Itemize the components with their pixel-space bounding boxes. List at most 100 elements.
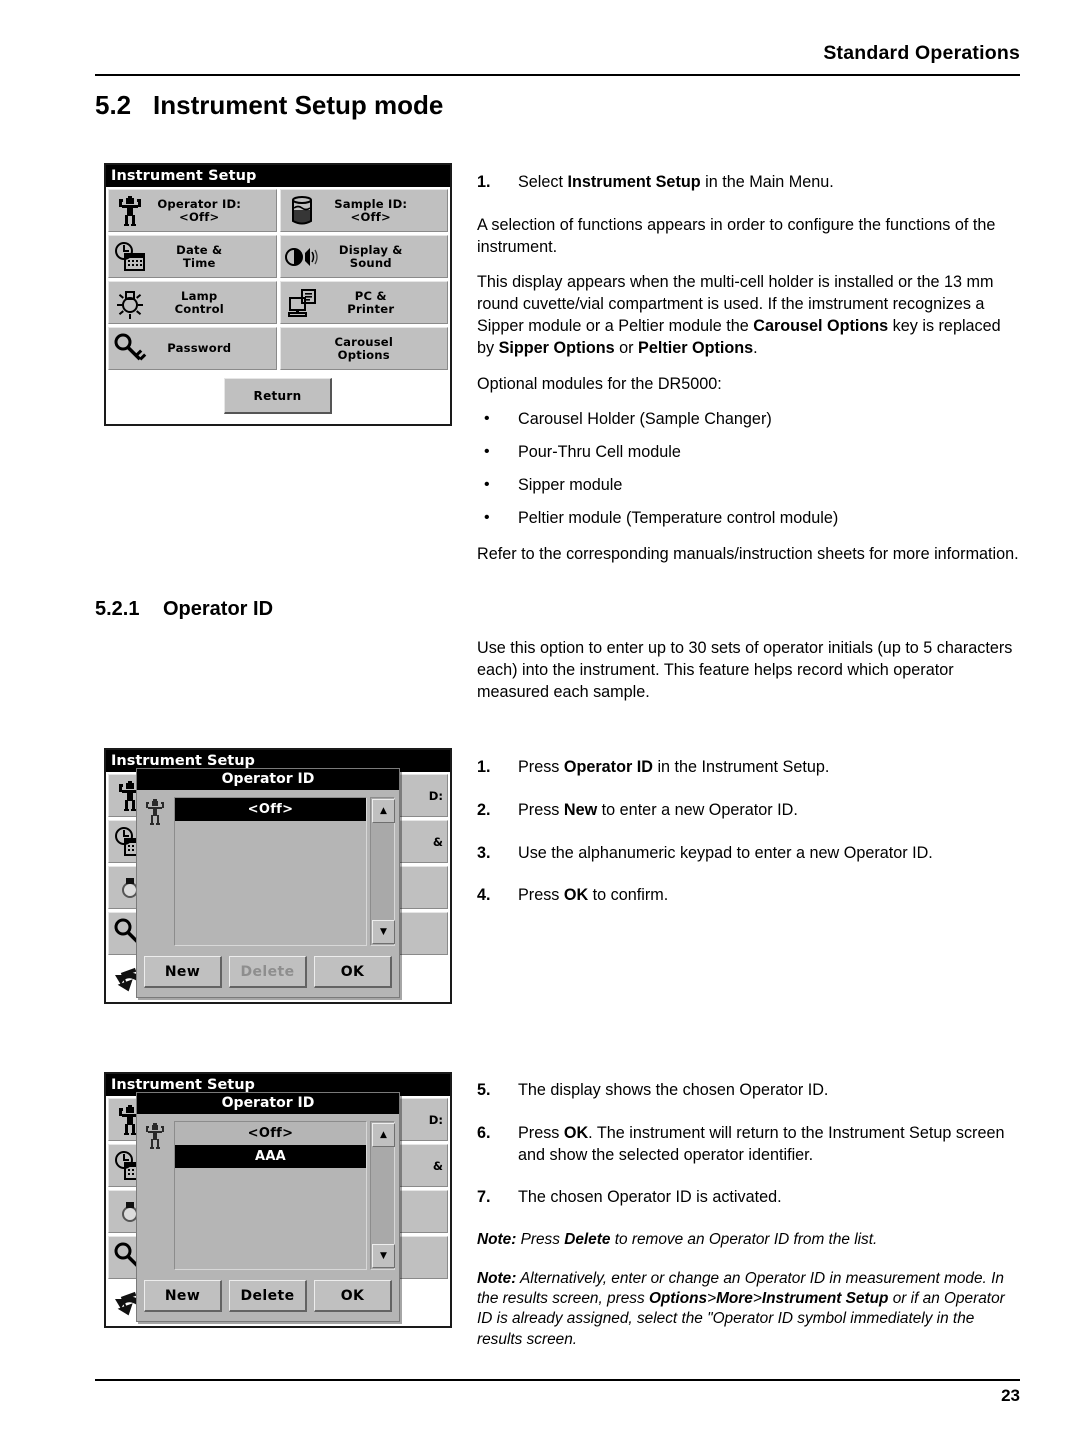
- intro-closing-paragraph: Refer to the corresponding manuals/instr…: [477, 544, 1019, 563]
- screen-titlebar: Instrument Setup: [106, 165, 450, 187]
- key-label: Date & Time: [176, 242, 223, 270]
- screenshot-operator-id-dialog-1: Instrument Setup D: & Operator ID <Off> ▲…: [104, 748, 452, 1004]
- dialog-body: <Off> ▲ ▼: [137, 790, 399, 952]
- paragraph: A selection of functions appears in orde…: [477, 215, 996, 256]
- note-1: Note: Press Delete to remove an Operator…: [477, 1231, 878, 1249]
- instrument-setup-key-4[interactable]: Lamp Control: [108, 281, 277, 324]
- step-text: Press New to enter a new Operator ID.: [518, 800, 798, 819]
- ok-button[interactable]: OK: [314, 956, 392, 988]
- key-label: Lamp Control: [174, 288, 224, 316]
- paragraph: This display appears when the multi-cell…: [477, 273, 1001, 357]
- key-label: Carousel Options: [334, 334, 394, 362]
- background-key-label: &: [432, 1158, 443, 1173]
- section-title: Instrument Setup mode: [153, 90, 444, 120]
- operator-id-list[interactable]: <Off>: [174, 797, 367, 946]
- bullet-text: Carousel Holder (Sample Changer): [518, 410, 772, 429]
- operator-person-icon: [113, 194, 147, 228]
- operator-id-step-list-1: 1. Press Operator ID in the Instrument Se…: [477, 757, 1022, 907]
- step-number: 1.: [477, 173, 491, 191]
- step-item: 6. Press OK. The instrument will return t…: [477, 1123, 1022, 1167]
- scroll-down-icon[interactable]: ▼: [372, 1244, 395, 1268]
- instrument-setup-key-2[interactable]: Date & Time: [108, 235, 277, 278]
- clock-calendar-icon: [113, 240, 147, 274]
- list-item[interactable]: <Off>: [175, 798, 366, 821]
- bullet-dot-icon: •: [484, 508, 490, 526]
- new-button[interactable]: New: [144, 956, 222, 988]
- step-item: 7. The chosen Operator ID is activated.: [477, 1187, 1022, 1209]
- section-number: 5.2: [95, 90, 132, 120]
- display-sound-icon: [284, 240, 319, 274]
- pc-printer-icon: [285, 286, 319, 320]
- step-text: Press OK to confirm.: [518, 886, 669, 905]
- operator-id-dialog: Operator ID <Off> ▲ ▼ New Delete OK: [136, 768, 400, 998]
- step-number: 7.: [477, 1188, 491, 1207]
- running-head: Standard Operations: [823, 42, 1020, 64]
- screenshot-instrument-setup: Instrument Setup Operator ID: <Off> Sampl…: [104, 163, 452, 426]
- new-button[interactable]: New: [144, 1280, 222, 1312]
- step-number: 5.: [477, 1081, 491, 1099]
- step-item: 3. Use the alphanumeric keypad to enter a…: [477, 843, 1022, 865]
- bullet-text: Peltier module (Temperature control modu…: [518, 508, 839, 527]
- operator-person-icon: [143, 798, 167, 830]
- instrument-setup-key-5[interactable]: PC & Printer: [279, 281, 448, 324]
- step-text: Press Operator ID in the Instrument Setu…: [518, 758, 830, 776]
- intro-paragraphs: A selection of functions appears in orde…: [477, 215, 1022, 396]
- optional-modules-list: • Carousel Holder (Sample Changer) • Pour-T…: [477, 409, 1022, 529]
- subsection-heading: 5.2.1 Operator ID: [95, 598, 273, 621]
- key-label: Sample ID: <Off>: [334, 196, 408, 224]
- operator-id-description: Use this option to enter up to 30 sets o…: [477, 639, 1013, 701]
- dialog-button-row: New Delete OK: [137, 1276, 399, 1321]
- instrument-setup-keypad: Operator ID: <Off> Sample ID: <Off> Date &…: [106, 187, 450, 370]
- instrument-setup-key-0[interactable]: Operator ID: <Off>: [108, 189, 277, 232]
- notes-block: Note: Press Delete to remove an Operator…: [477, 1230, 1022, 1350]
- sample-beaker-icon: [285, 194, 319, 228]
- background-key-label: D:: [428, 1112, 443, 1127]
- step-number: 1.: [477, 758, 491, 776]
- dialog-titlebar: Operator ID: [137, 769, 399, 790]
- instrument-setup-key-7[interactable]: Carousel Options: [279, 327, 448, 370]
- step-item: 1. Select Instrument Setup in the Main Me…: [477, 172, 1022, 194]
- operator-person-icon: [143, 1122, 167, 1154]
- subsection-number: 5.2.1: [95, 598, 140, 620]
- step-text: Use the alphanumeric keypad to enter a n…: [518, 843, 933, 862]
- step-item: 1. Press Operator ID in the Instrument Se…: [477, 757, 1022, 779]
- key-label: PC & Printer: [347, 288, 395, 316]
- scrollbar[interactable]: ▲ ▼: [370, 797, 395, 946]
- scroll-up-icon[interactable]: ▲: [372, 1123, 395, 1147]
- operator-id-description-column: Use this option to enter up to 30 sets o…: [477, 638, 1022, 717]
- bullet-text: Pour-Thru Cell module: [518, 443, 681, 462]
- step-text: Press OK. The instrument will return to …: [518, 1123, 1005, 1164]
- step-text: The chosen Operator ID is activated.: [518, 1188, 782, 1207]
- background-key-label: D:: [428, 788, 443, 803]
- operator-id-list[interactable]: <Off> AAA: [174, 1121, 367, 1270]
- page-number: 23: [1001, 1386, 1020, 1405]
- scrollbar[interactable]: ▲ ▼: [370, 1121, 395, 1270]
- bullet-item: • Pour-Thru Cell module: [477, 442, 1022, 464]
- list-item[interactable]: AAA: [175, 1145, 366, 1168]
- screenshot-operator-id-dialog-2: Instrument Setup D: & Operator ID <Off> AA…: [104, 1072, 452, 1328]
- return-button[interactable]: Return: [224, 378, 332, 414]
- instrument-setup-key-6[interactable]: Password: [108, 327, 277, 370]
- operator-id-steps-column-1: 1. Press Operator ID in the Instrument Se…: [477, 757, 1022, 928]
- key-password-icon: [113, 332, 147, 366]
- step-item: 4. Press OK to confirm.: [477, 885, 1022, 907]
- intro-text-column: 1. Select Instrument Setup in the Main Me…: [477, 172, 1022, 579]
- note-2: Note: Alternatively, enter or change an …: [477, 1269, 1005, 1348]
- background-key-label: &: [432, 834, 443, 849]
- instrument-setup-key-1[interactable]: Sample ID: <Off>: [279, 189, 448, 232]
- footer-rule: [95, 1379, 1020, 1381]
- operator-id-steps-column-2: 5. The display shows the chosen Operator …: [477, 1080, 1022, 1365]
- instrument-setup-key-3[interactable]: Display & Sound: [279, 235, 448, 278]
- page-title: 5.2 Instrument Setup mode: [95, 90, 443, 121]
- list-item[interactable]: <Off>: [175, 1122, 366, 1145]
- delete-button[interactable]: Delete: [229, 1280, 307, 1312]
- key-label: Operator ID: <Off>: [157, 196, 242, 224]
- scroll-down-icon[interactable]: ▼: [372, 920, 395, 944]
- key-label: Display & Sound: [338, 242, 403, 270]
- subsection-title: Operator ID: [163, 598, 274, 620]
- ok-button[interactable]: OK: [314, 1280, 392, 1312]
- step-text: The display shows the chosen Operator ID…: [518, 1081, 829, 1099]
- dialog-titlebar: Operator ID: [137, 1093, 399, 1114]
- scroll-up-icon[interactable]: ▲: [372, 799, 395, 823]
- bullet-dot-icon: •: [484, 475, 490, 493]
